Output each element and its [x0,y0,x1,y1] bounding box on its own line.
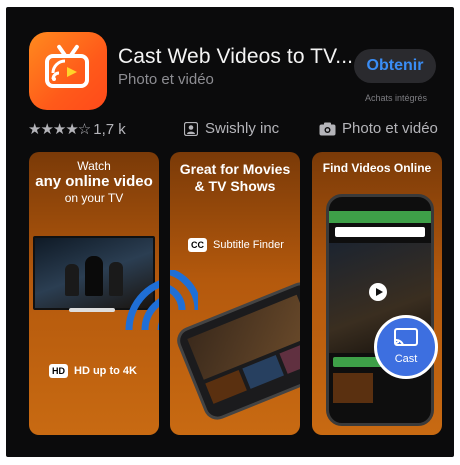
cast-label: Cast [394,353,418,365]
app-title[interactable]: Cast Web Videos to TV... [118,45,353,69]
app-store-card: Cast Web Videos to TV... Photo et vidéo … [6,7,454,457]
cc-badge-icon: CC [188,238,207,252]
get-button[interactable]: Obtenir [354,49,436,83]
wifi-signal-icon [125,280,159,331]
screenshot-3[interactable]: Find Videos Online Cast [312,152,442,435]
screenshot-2-line2: & TV Shows [194,178,276,194]
app-icon[interactable] [29,32,107,110]
wifi-signal-icon [170,270,198,311]
cast-button[interactable]: Cast [374,315,438,379]
subtitle-feature-label: Subtitle Finder [213,239,284,251]
rating-count: 1,7 k [93,120,126,138]
screenshot-1-line2: any online video [35,173,153,190]
category-name: Photo et vidéo [342,120,438,137]
screenshot-2[interactable]: Great for Movies & TV Shows CC Subtitle … [170,152,300,435]
screenshot-2-line1: Great for Movies [179,161,291,177]
screenshot-1-line1: Watch [77,159,111,173]
developer[interactable]: Swishly inc [184,120,279,137]
screenshot-3-line1: Find Videos Online [322,161,432,175]
cast-icon [394,328,418,346]
category-meta[interactable]: Photo et vidéo [319,120,438,137]
developer-name: Swishly inc [205,120,280,137]
hd-feature-label: HD up to 4K [74,365,137,377]
person-icon [184,121,198,136]
cast-icon [51,59,77,81]
rating: ★★★★☆ 1,7 k [28,120,126,139]
screenshot-1[interactable]: Watch any online video on your TV HD HD … [29,152,159,435]
subtitle-feature: CC Subtitle Finder [188,238,284,252]
hd-badge-icon: HD [49,364,68,378]
screenshot-1-line3: on your TV [64,191,124,205]
in-app-purchases-label: Achats intégrés [364,93,428,103]
app-category: Photo et vidéo [118,71,214,88]
camera-icon [319,122,336,135]
play-icon [369,283,387,301]
hd-feature: HD HD up to 4K [49,364,137,378]
star-rating-icon: ★★★★☆ [28,121,91,138]
tv-stand [69,308,115,312]
phone-mockup [326,194,434,426]
